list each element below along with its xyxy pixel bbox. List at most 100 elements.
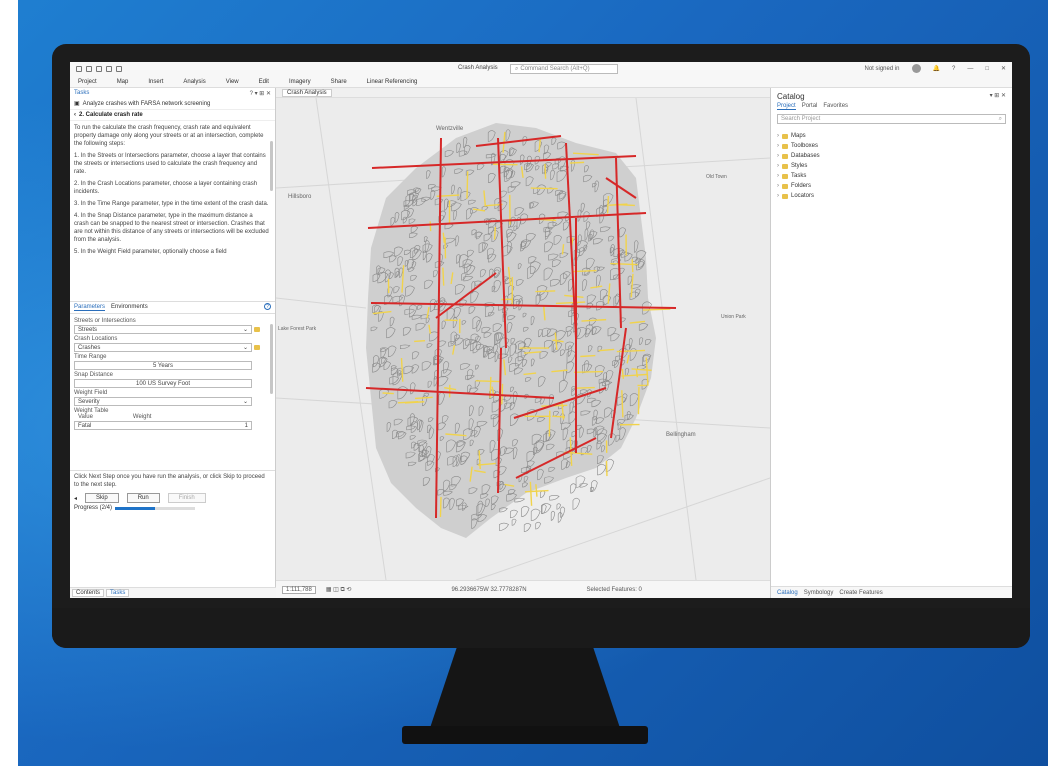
redo-icon[interactable] <box>116 66 122 72</box>
back-arrow-icon[interactable]: ‹ <box>74 112 76 118</box>
ribbon-tab-edit[interactable]: Edit <box>259 79 269 85</box>
minor-road-segment <box>642 308 671 311</box>
ribbon-tab-map[interactable]: Map <box>117 79 129 85</box>
minor-road-segment <box>414 339 426 343</box>
instructions-scrollbar[interactable] <box>270 141 273 191</box>
folder-icon[interactable] <box>254 344 260 350</box>
tab-environments[interactable]: Environments <box>111 304 148 311</box>
param-label: Snap Distance <box>74 372 114 378</box>
tree-item-styles[interactable]: › Styles <box>777 161 1006 171</box>
catalog-tree: › Maps › Toolboxes › Databases › Styles › Tas… <box>771 128 1012 204</box>
tab-create-features[interactable]: Create Features <box>839 590 882 596</box>
map-coordinates: 96.2936675W 32.7778287N <box>451 586 527 593</box>
folder-icon <box>782 193 788 199</box>
map-status-bar: 1:111,788 ▦ ◫ ⧉ ⟲ 96.2936675W 32.7778287… <box>276 580 770 598</box>
tree-item-folders[interactable]: › Folders <box>777 181 1006 191</box>
ribbon-tab-project[interactable]: Project <box>78 79 97 85</box>
tab-tasks[interactable]: Tasks <box>106 589 130 597</box>
parameter-tabs: Parameters Environments ? <box>70 301 275 314</box>
map-canvas[interactable]: Wentzville Hillsboro Lake Forest Park Be… <box>275 97 771 581</box>
tab-catalog[interactable]: Catalog <box>777 590 798 596</box>
folder-icon <box>782 133 788 139</box>
ribbon-tab-view[interactable]: View <box>226 79 239 85</box>
folder-icon[interactable] <box>254 326 260 332</box>
chevron-down-icon: ⌄ <box>242 345 248 351</box>
chevron-right-icon: › <box>777 183 779 189</box>
ribbon-tab-insert[interactable]: Insert <box>148 79 163 85</box>
help-button[interactable]: ? <box>952 66 955 72</box>
catalog-pane: Catalog ▾ ⊞ ✕ Project Portal Favorites S… <box>770 88 1012 598</box>
catalog-tab-portal[interactable]: Portal <box>802 103 818 110</box>
crash-locations-input[interactable]: Crashes ⌄ <box>74 343 252 352</box>
undo-icon[interactable] <box>106 66 112 72</box>
parameters-form: Streets or Intersections Streets ⌄ Crash … <box>70 314 275 470</box>
maximize-button[interactable]: □ <box>985 66 989 72</box>
left-margin <box>0 0 18 766</box>
ribbon-tab-imagery[interactable]: Imagery <box>289 79 311 85</box>
pane-controls[interactable]: ▾ ⊞ ✕ <box>990 92 1006 101</box>
map-scale-select[interactable]: 1:111,788 <box>282 585 316 594</box>
tree-item-locators[interactable]: › Locators <box>777 191 1006 201</box>
parameters-scrollbar[interactable] <box>270 324 273 394</box>
finish-button[interactable]: Finish <box>167 493 206 503</box>
ribbon-tab-analysis[interactable]: Analysis <box>183 79 205 85</box>
instruction-para: 1. In the Streets or Intersections param… <box>74 153 266 175</box>
folder-icon <box>782 173 788 179</box>
tree-item-maps[interactable]: › Maps <box>777 131 1006 141</box>
tab-parameters[interactable]: Parameters <box>74 304 106 311</box>
ribbon-tab-linear-referencing[interactable]: Linear Referencing <box>367 79 418 85</box>
chevron-down-icon: ⌄ <box>242 327 248 333</box>
catalog-tab-favorites[interactable]: Favorites <box>823 103 848 110</box>
map-tools-icons[interactable]: ▦ ◫ ⧉ ⟲ <box>326 586 352 594</box>
catalog-tabs: Project Portal Favorites <box>771 103 1012 110</box>
new-project-icon[interactable] <box>76 66 82 72</box>
minor-road-segment <box>574 386 595 389</box>
monitor-stand-neck <box>430 648 620 728</box>
chevron-right-icon: › <box>777 193 779 199</box>
weight-table-row[interactable]: Fatal 1 <box>74 421 252 430</box>
streets-input[interactable]: Streets ⌄ <box>74 325 252 334</box>
map-tab[interactable]: Crash Analysis <box>282 88 332 97</box>
minor-road-segment <box>615 203 635 207</box>
folder-icon <box>782 183 788 189</box>
minimize-button[interactable]: — <box>967 66 973 72</box>
minor-road-segment <box>442 267 445 286</box>
weight-field-select[interactable]: Severity ⌄ <box>74 397 252 406</box>
help-icon[interactable]: ? <box>264 303 271 310</box>
tree-item-tasks[interactable]: › Tasks <box>777 171 1006 181</box>
map-tab-strip: Crash Analysis <box>276 88 770 98</box>
task-step-row[interactable]: ‹ 2. Calculate crash rate <box>70 110 275 121</box>
pane-controls[interactable]: ? ▾ ⊞ ✕ <box>250 90 271 97</box>
minor-road-segment <box>493 226 497 240</box>
notification-icon[interactable]: 🔔 <box>933 65 940 72</box>
param-label: Time Range <box>74 354 107 360</box>
map-label: Lake Forest Park <box>278 326 317 332</box>
tree-item-toolboxes[interactable]: › Toolboxes <box>777 141 1006 151</box>
run-button[interactable]: Run <box>126 493 160 503</box>
app-window: Crash Analysis ⌕ Command Search (Alt+Q) … <box>70 62 1012 598</box>
tab-contents[interactable]: Contents <box>72 589 105 597</box>
close-button[interactable]: ✕ <box>1001 65 1006 72</box>
selected-features[interactable]: Selected Features: 0 <box>587 587 642 593</box>
task-name-row[interactable]: ▣ Analyze crashes with FARSA network scr… <box>70 98 275 110</box>
skip-button[interactable]: Skip <box>85 493 119 503</box>
time-range-input[interactable]: 5 Years <box>74 361 252 370</box>
folder-icon <box>782 153 788 159</box>
catalog-tab-project[interactable]: Project <box>777 103 796 110</box>
ribbon-tab-share[interactable]: Share <box>331 79 347 85</box>
instruction-para: 5. In the Weight Field parameter, option… <box>74 249 227 255</box>
avatar[interactable] <box>911 64 921 73</box>
catalog-search-input[interactable]: Search Project ⌕ <box>777 114 1006 124</box>
weight-col-weight: Weight <box>132 414 152 420</box>
open-project-icon[interactable] <box>86 66 92 72</box>
snap-distance-input[interactable]: 100 US Survey Foot <box>74 379 252 388</box>
folder-icon <box>782 163 788 169</box>
tree-item-databases[interactable]: › Databases <box>777 151 1006 161</box>
minor-road-segment <box>535 290 556 293</box>
save-icon[interactable] <box>96 66 102 72</box>
tab-symbology[interactable]: Symbology <box>804 590 834 596</box>
sign-in-status[interactable]: Not signed in <box>864 66 899 72</box>
previous-step-button[interactable]: ◂ <box>74 495 77 502</box>
command-search-input[interactable]: ⌕ Command Search (Alt+Q) <box>510 64 618 74</box>
map-svg[interactable]: Wentzville Hillsboro Lake Forest Park Be… <box>275 97 771 581</box>
